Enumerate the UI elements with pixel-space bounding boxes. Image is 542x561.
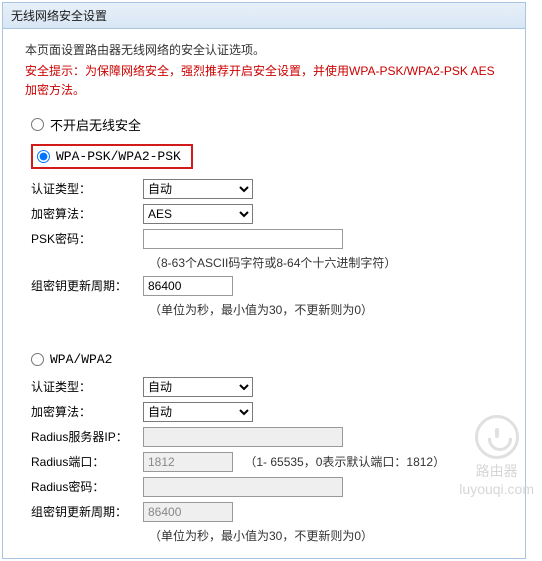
row-radius-pwd: Radius密码：	[25, 477, 503, 497]
row-rekey: 组密钥更新周期：	[25, 276, 503, 296]
radio-wpa[interactable]	[31, 353, 44, 366]
label-radius-pwd: Radius密码：	[25, 478, 143, 495]
label-wpa-auth: 认证类型：	[25, 378, 143, 395]
panel-header: 无线网络安全设置	[3, 3, 525, 29]
hint-rekey: （单位为秒，最小值为30，不更新则为0）	[149, 301, 503, 318]
row-wpa-rekey: 组密钥更新周期：	[25, 502, 503, 522]
wpa-form: 认证类型： 自动 加密算法： 自动 Radius服务器IP：	[25, 377, 503, 544]
row-radius-port: Radius端口： （1- 65535，0表示默认端口：1812）	[25, 452, 503, 472]
input-psk[interactable]	[143, 229, 343, 249]
radio-wpapsk[interactable]	[37, 150, 50, 163]
security-panel: 无线网络安全设置 本页面设置路由器无线网络的安全认证选项。 安全提示：为保障网络…	[2, 2, 526, 559]
label-rekey: 组密钥更新周期：	[25, 277, 143, 294]
row-radius-ip: Radius服务器IP：	[25, 427, 503, 447]
intro-desc: 本页面设置路由器无线网络的安全认证选项。	[25, 41, 503, 60]
label-enc-alg: 加密算法：	[25, 205, 143, 222]
input-radius-ip[interactable]	[143, 427, 343, 447]
option-wpa-row: WPA/WPA2	[31, 352, 503, 367]
select-wpa-enc[interactable]: 自动	[143, 402, 253, 422]
hint-wpa-rekey: （单位为秒，最小值为30，不更新则为0）	[149, 527, 503, 544]
option-wpapsk-row: WPA-PSK/WPA2-PSK	[31, 144, 503, 169]
label-wpa-rekey: 组密钥更新周期：	[25, 503, 143, 520]
input-radius-pwd[interactable]	[143, 477, 343, 497]
option-disable-row: 不开启无线安全	[31, 115, 503, 134]
wpapsk-highlight: WPA-PSK/WPA2-PSK	[31, 144, 193, 169]
radio-disable[interactable]	[31, 118, 44, 131]
intro-warning: 安全提示：为保障网络安全，强烈推荐开启安全设置，并使用WPA-PSK/WPA2-…	[25, 62, 503, 100]
radio-wpa-label[interactable]: WPA/WPA2	[50, 352, 112, 367]
select-auth-type[interactable]: 自动	[143, 179, 253, 199]
label-radius-port: Radius端口：	[25, 453, 143, 470]
row-wpa-auth: 认证类型： 自动	[25, 377, 503, 397]
radio-wpapsk-label[interactable]: WPA-PSK/WPA2-PSK	[56, 149, 181, 164]
radio-disable-label[interactable]: 不开启无线安全	[50, 115, 141, 134]
label-auth-type: 认证类型：	[25, 180, 143, 197]
select-wpa-auth[interactable]: 自动	[143, 377, 253, 397]
input-wpa-rekey[interactable]	[143, 502, 233, 522]
wpapsk-form: 认证类型： 自动 加密算法： AES PSK密码：	[25, 179, 503, 318]
label-psk: PSK密码：	[25, 230, 143, 247]
row-psk: PSK密码：	[25, 229, 503, 249]
hint-psk: （8-63个ASCII码字符或8-64个十六进制字符）	[149, 254, 503, 271]
panel-title: 无线网络安全设置	[11, 9, 107, 23]
row-auth-type: 认证类型： 自动	[25, 179, 503, 199]
input-rekey[interactable]	[143, 276, 233, 296]
label-radius-ip: Radius服务器IP：	[25, 428, 143, 445]
label-wpa-enc: 加密算法：	[25, 403, 143, 420]
panel-content: 本页面设置路由器无线网络的安全认证选项。 安全提示：为保障网络安全，强烈推荐开启…	[3, 29, 525, 558]
select-enc-alg[interactable]: AES	[143, 204, 253, 224]
hint-radius-port: （1- 65535，0表示默认端口：1812）	[244, 455, 445, 469]
row-wpa-enc: 加密算法： 自动	[25, 402, 503, 422]
input-radius-port[interactable]	[143, 452, 233, 472]
row-enc-alg: 加密算法： AES	[25, 204, 503, 224]
